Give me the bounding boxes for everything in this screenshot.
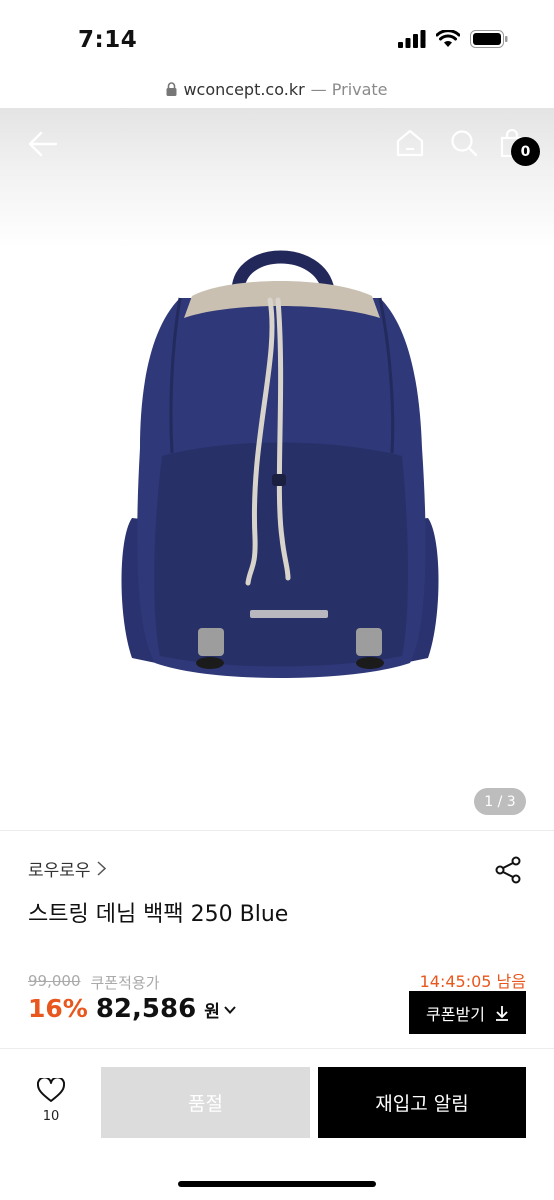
wifi-icon (436, 30, 460, 47)
original-price-row: 99,000 쿠폰적용가 (28, 972, 160, 993)
discount-rate: 16% (28, 994, 88, 1023)
cart-count-badge: 0 (511, 137, 540, 166)
chevron-right-icon (97, 861, 106, 876)
like-button[interactable]: 10 (28, 1078, 74, 1124)
share-icon[interactable] (494, 856, 522, 884)
url-private-label: — Private (310, 79, 388, 99)
brand-link[interactable]: 로우로우 (28, 856, 106, 881)
home-icon[interactable] (396, 129, 424, 157)
download-icon (495, 1005, 508, 1021)
status-time: 7:14 (78, 27, 138, 53)
status-bar: 7:14 (0, 0, 554, 70)
original-price: 99,000 (28, 972, 81, 990)
home-indicator (178, 1181, 376, 1187)
gallery-page-indicator: 1 / 3 (474, 788, 526, 815)
price-detail-toggle[interactable]: 원 (204, 997, 236, 1022)
status-icons (398, 30, 508, 48)
coupon-button-label: 쿠폰받기 (426, 1004, 485, 1024)
sale-price: 82,586 (95, 994, 197, 1024)
divider (0, 830, 554, 831)
coupon-note: 쿠폰적용가 (90, 974, 160, 992)
divider (0, 1048, 554, 1049)
url-bar[interactable]: wconcept.co.kr — Private (0, 70, 554, 108)
product-gallery[interactable]: 0 1 / 3 (0, 108, 554, 830)
search-icon[interactable] (450, 129, 478, 157)
back-arrow-icon[interactable] (28, 130, 58, 158)
signal-icon (398, 30, 426, 48)
battery-icon (470, 30, 508, 48)
product-name: 스트링 데님 백팩 250 Blue (28, 902, 289, 927)
lock-icon (166, 82, 177, 96)
coupon-timer: 14:45:05 남음 (419, 972, 526, 991)
chevron-down-icon (224, 1005, 236, 1014)
like-count: 10 (42, 1109, 60, 1124)
url-domain: wconcept.co.kr (183, 79, 305, 99)
currency-label: 원 (204, 1002, 220, 1022)
product-image (121, 250, 439, 678)
coupon-download-button[interactable]: 쿠폰받기 (409, 991, 526, 1034)
heart-icon (37, 1078, 65, 1102)
soldout-button[interactable]: 품절 (101, 1067, 310, 1138)
price-row: 16% 82,586 원 (28, 994, 236, 1024)
brand-name: 로우로우 (28, 861, 91, 881)
restock-alert-button[interactable]: 재입고 알림 (318, 1067, 526, 1138)
